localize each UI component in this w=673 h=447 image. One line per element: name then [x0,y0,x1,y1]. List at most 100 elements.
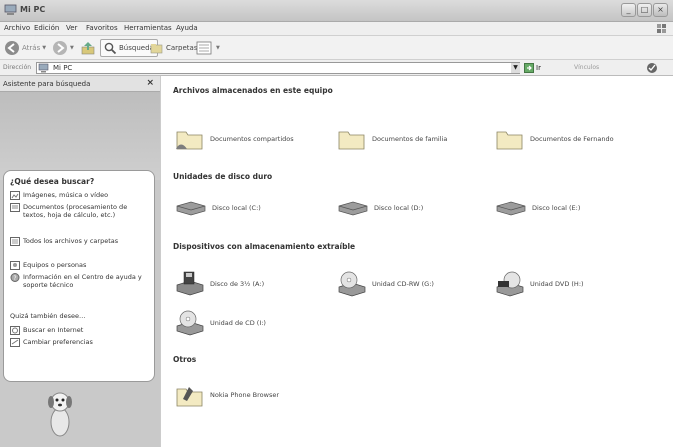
item-label: Disco de 3½ (A:) [210,280,265,288]
folder-icon [338,131,365,150]
window-title: Mi PC [20,5,46,14]
nokia-phone-browser-icon [176,387,203,407]
norton-icon[interactable] [646,62,658,74]
help-center-icon: ? [10,273,20,282]
hard-disk-icon [176,201,206,216]
menu-favoritos[interactable]: Favoritos [86,24,118,32]
search-option-computers-people[interactable]: Equipos o personas [10,261,150,270]
item-label: Documentos de Fernando [530,135,614,143]
hard-disk-icon [338,201,368,216]
hard-disk-icon [496,201,526,216]
go-label: Ir [536,64,541,72]
menu-ver[interactable]: Ver [66,24,77,32]
item-label: Unidad de CD (I:) [210,319,266,327]
computers-people-icon [10,261,20,270]
folders-icon [150,43,163,53]
item-disk-c[interactable]: Disco local (C:) [175,200,261,216]
close-button[interactable]: × [653,3,668,17]
close-pane-icon[interactable]: × [146,78,154,88]
shared-folder-icon [176,131,203,150]
forward-button[interactable]: ▼ [52,39,74,57]
address-field[interactable]: Mi PC [36,62,520,74]
links-label[interactable]: Vínculos [574,64,599,71]
item-floppy-a[interactable]: Disco de 3½ (A:) [175,271,264,297]
search-internet-link[interactable]: Buscar en Internet [10,326,150,335]
windows-flag-icon [657,24,666,33]
item-shared-documents[interactable]: Documentos compartidos [175,126,294,152]
option-label: Imágenes, música o vídeo [23,191,109,199]
floppy-drive-icon [176,271,204,296]
item-label: Disco local (C:) [212,204,261,212]
option-label: Información en el Centro de ayuda y sopo… [23,273,142,289]
section-title-others: Otros [173,355,197,364]
item-label: Unidad DVD (H:) [530,280,584,288]
search-companion-header: Asistente para búsqueda × [0,76,160,92]
folder-icon [496,131,523,150]
views-button[interactable]: ▼ [196,39,220,57]
option-label: Todos los archivos y carpetas [23,237,119,245]
toolbar: Atrás ▼ ▼ Búsqueda Carpetas ▼ [0,36,673,60]
menu-ayuda[interactable]: Ayuda [176,24,198,32]
search-label: Búsqueda [119,44,154,52]
option-label: Cambiar preferencias [23,338,93,346]
back-label: Atrás [22,44,41,52]
section-title-hard-disks: Unidades de disco duro [173,172,273,181]
address-dropdown[interactable]: ▼ [511,63,520,73]
up-folder-button[interactable] [80,39,96,57]
menu-edicion[interactable]: Edición [34,24,59,32]
search-option-documents[interactable]: Documentos (procesamiento de textos, hoj… [10,203,150,219]
item-family-documents[interactable]: Documentos de familia [337,126,447,152]
cd-rw-drive-icon [338,271,366,297]
search-option-images[interactable]: Imágenes, música o vídeo [10,191,150,200]
minimize-button[interactable]: _ [621,3,636,17]
option-label: Equipos o personas [23,261,87,269]
item-label: Disco local (E:) [532,204,581,212]
address-bar: Dirección Mi PC ▼ Ir Vínculos [0,60,673,76]
item-label: Documentos de familia [372,135,448,143]
content-area: Archivos almacenados en este equipo Docu… [160,76,673,447]
images-icon [10,191,20,200]
maximize-button[interactable]: □ [637,3,652,17]
go-button[interactable]: Ir [524,62,541,74]
cd-drive-icon [176,310,204,336]
search-option-help-center[interactable]: ? Información en el Centro de ayuda y so… [10,273,150,289]
item-fernando-documents[interactable]: Documentos de Fernando [495,126,614,152]
up-folder-icon [81,42,95,55]
pane-background [0,92,160,180]
change-preferences-link[interactable]: Cambiar preferencias [10,338,150,347]
svg-text:?: ? [13,275,16,282]
search-companion-pane: Asistente para búsqueda × ¿Qué desea bus… [0,76,160,447]
go-arrow-icon [524,63,534,73]
item-disk-d[interactable]: Disco local (D:) [337,200,423,216]
menu-archivo[interactable]: Archivo [4,24,30,32]
search-question-bubble: ¿Qué desea buscar? Imágenes, música o ví… [3,170,155,382]
folders-label: Carpetas [166,44,198,52]
internet-search-icon [10,326,20,335]
back-button[interactable]: Atrás ▼ [4,39,46,57]
menu-herramientas[interactable]: Herramientas [124,24,172,32]
search-option-all-files[interactable]: Todos los archivos y carpetas [10,237,150,246]
search-companion-title: Asistente para búsqueda [3,80,91,88]
all-files-icon [10,237,20,246]
item-nokia-phone-browser[interactable]: Nokia Phone Browser [175,381,279,409]
my-computer-icon [4,4,17,15]
item-cdrw-g[interactable]: Unidad CD-RW (G:) [337,271,434,297]
option-label: Buscar en Internet [23,326,84,334]
also-label: Quizá también desee… [10,312,86,320]
forward-arrow-icon [53,41,67,55]
address-label: Dirección [3,64,32,71]
search-dog-icon[interactable] [40,384,80,444]
title-bar: Mi PC _ □ × [0,0,673,22]
item-cd-i[interactable]: Unidad de CD (I:) [175,310,266,336]
my-computer-small-icon [38,63,49,73]
folders-button[interactable]: Carpetas [150,39,198,57]
item-disk-e[interactable]: Disco local (E:) [495,200,580,216]
section-title-removable: Dispositivos con almacenamiento extraíbl… [173,242,356,251]
documents-icon [10,203,20,212]
preferences-icon [10,338,20,347]
section-title-stored-files: Archivos almacenados en este equipo [173,86,333,95]
back-arrow-icon [5,41,19,55]
item-dvd-h[interactable]: Unidad DVD (H:) [495,271,584,297]
dvd-drive-icon [496,271,524,297]
menu-bar: Archivo Edición Ver Favoritos Herramient… [0,22,673,36]
